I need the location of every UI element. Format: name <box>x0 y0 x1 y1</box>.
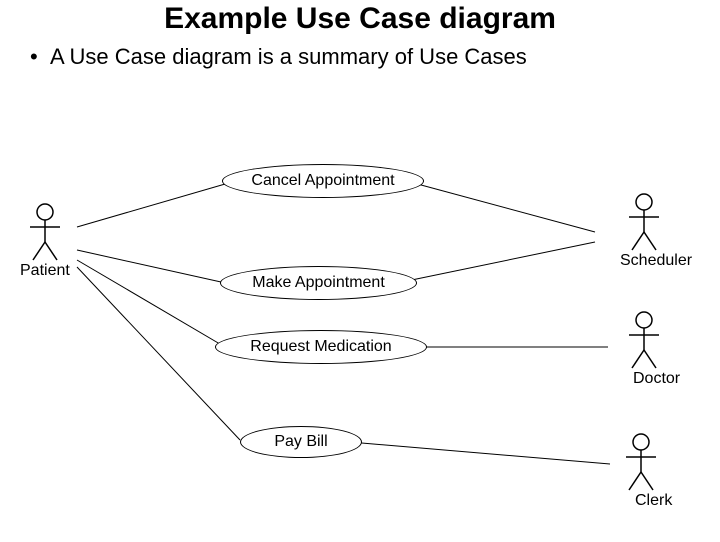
page-title: Example Use Case diagram <box>0 2 720 36</box>
stick-figure-icon <box>621 432 661 492</box>
stick-figure-icon <box>624 310 664 370</box>
actor-doctor: Doctor <box>608 310 680 388</box>
usecase-cancel-appointment: Cancel Appointment <box>222 164 424 198</box>
actor-clerk: Clerk <box>610 432 672 510</box>
usecase-make-appointment: Make Appointment <box>220 266 417 300</box>
stick-figure-icon <box>25 202 65 262</box>
actor-label-scheduler: Scheduler <box>620 252 692 270</box>
use-case-diagram: Cancel Appointment Make Appointment Requ… <box>0 102 720 542</box>
actor-patient: Patient <box>20 202 70 280</box>
stick-figure-icon <box>624 192 664 252</box>
bullet-text: • A Use Case diagram is a summary of Use… <box>30 44 720 70</box>
actor-label-doctor: Doctor <box>633 370 680 388</box>
bullet-content: A Use Case diagram is a summary of Use C… <box>50 44 527 69</box>
usecase-request-medication: Request Medication <box>215 330 427 364</box>
actor-label-patient: Patient <box>20 262 70 280</box>
actor-scheduler: Scheduler <box>595 192 692 270</box>
usecase-pay-bill: Pay Bill <box>240 426 362 458</box>
actor-label-clerk: Clerk <box>635 492 672 510</box>
